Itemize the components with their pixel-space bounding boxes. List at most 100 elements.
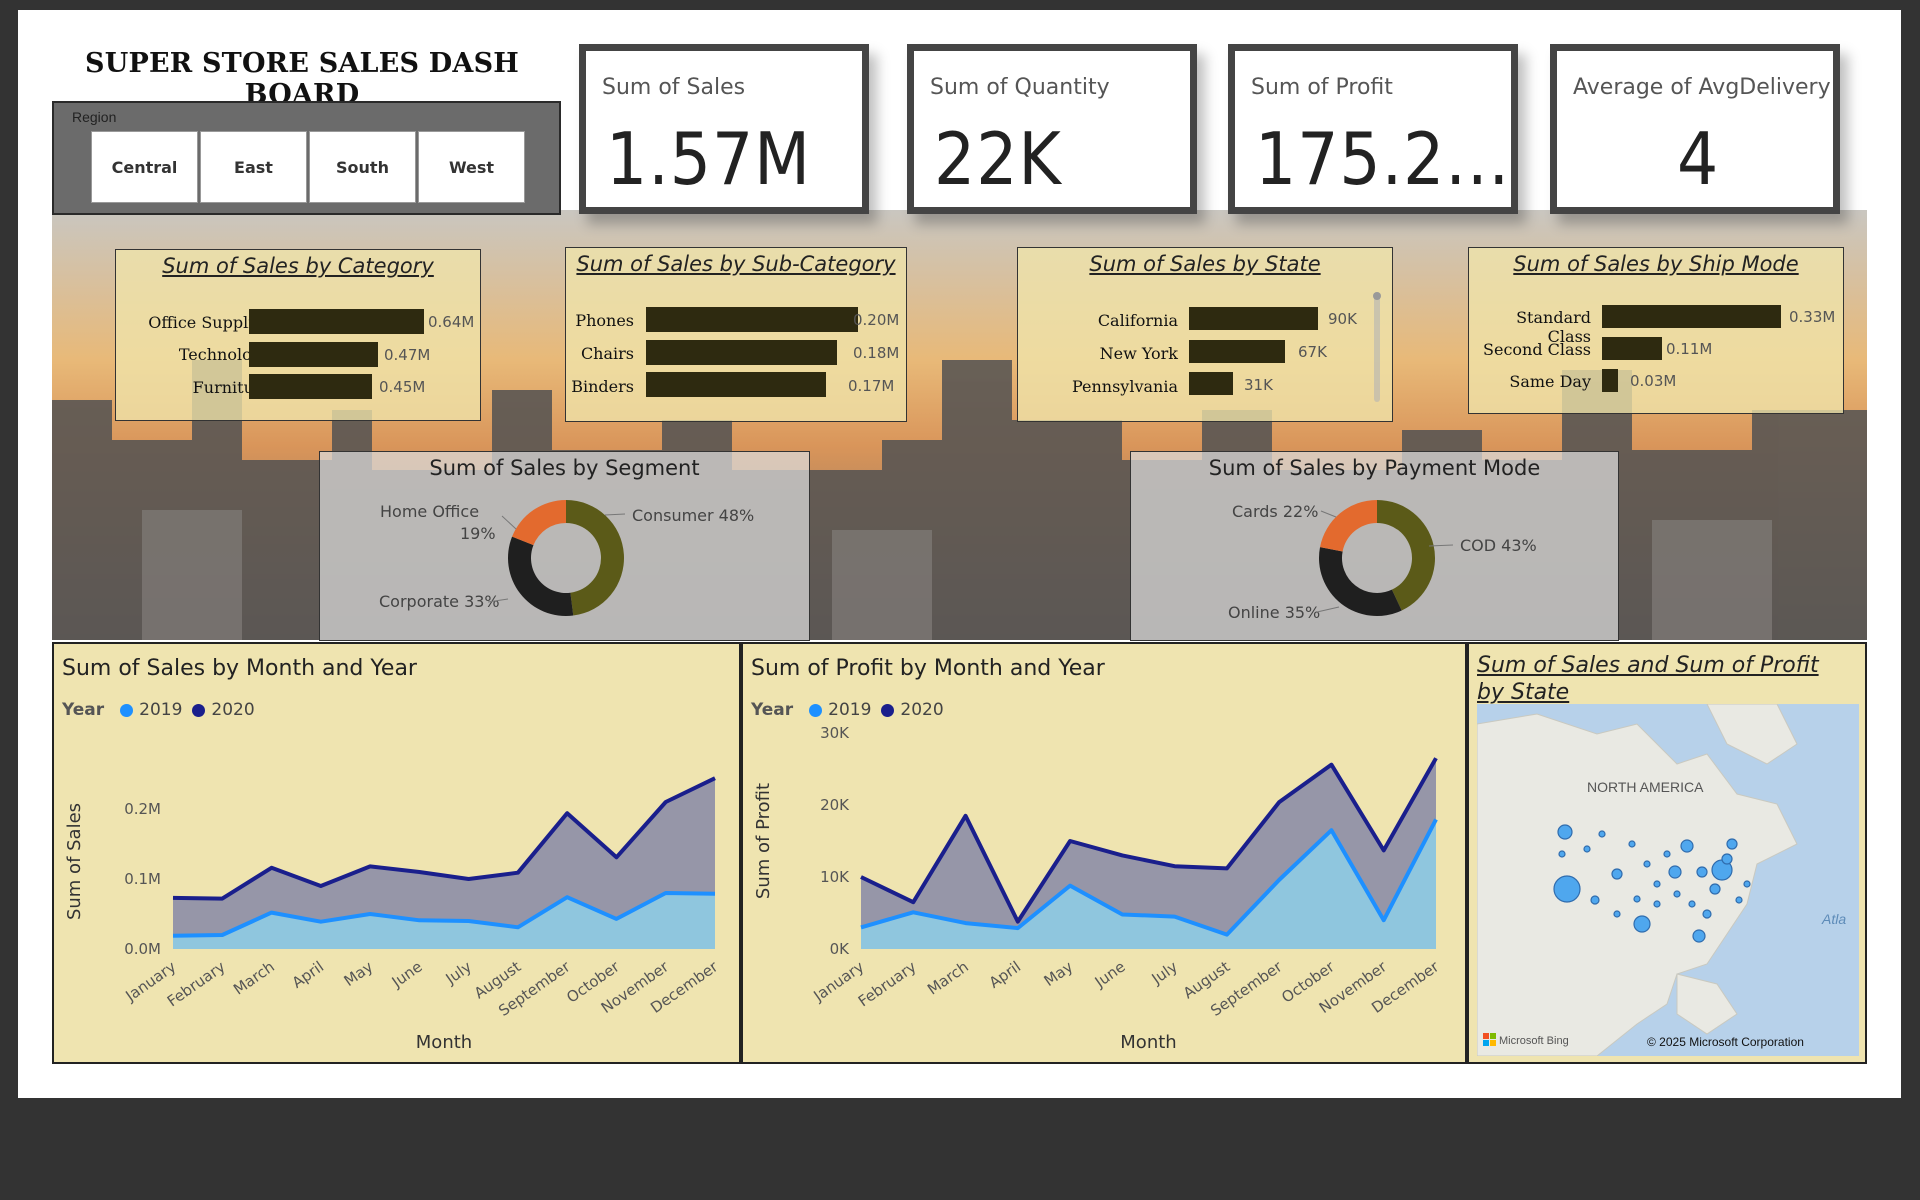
bar-value-label: 90K	[1328, 310, 1357, 328]
map-view[interactable]: NORTH AMERICA Atla Microsoft Bing © 2025…	[1477, 704, 1859, 1056]
bar[interactable]	[1189, 307, 1318, 330]
bar[interactable]	[249, 374, 373, 399]
bar[interactable]	[646, 307, 858, 332]
map-bubble[interactable]	[1628, 840, 1636, 848]
region-slicer-label: Region	[72, 109, 117, 125]
bar-label: Technology	[178, 345, 271, 364]
x-tick-label: June	[388, 958, 426, 992]
donut-leader-lines	[487, 513, 626, 603]
area-chart-profit[interactable]: 0K10K20K30KJanuaryFebruary March April May J…	[743, 644, 1465, 1062]
map-provider-label: Microsoft Bing	[1499, 1035, 1569, 1047]
kpi-value: 4	[1677, 117, 1720, 201]
chart-title: Sum of Sales by Sub-Category	[576, 252, 896, 276]
map-bubble[interactable]	[1590, 895, 1600, 905]
region-button-central[interactable]: Central	[91, 131, 198, 203]
kpi-label: Sum of Quantity	[930, 75, 1110, 100]
chart-sales-by-category[interactable]: Sum of Sales by Category Office Supplies…	[115, 249, 481, 421]
chart-sales-by-state[interactable]: Sum of Sales by State California New Yor…	[1017, 247, 1393, 422]
kpi-value: 175.2...	[1255, 117, 1511, 201]
region-slicer: Region Central East South West	[52, 101, 561, 215]
map-bubble[interactable]	[1726, 838, 1738, 850]
kpi-card-profit[interactable]: Sum of Profit 175.2...	[1228, 44, 1518, 214]
map-bubble[interactable]	[1668, 865, 1682, 879]
kpi-card-sales[interactable]: Sum of Sales 1.57M	[579, 44, 869, 214]
map-bubble[interactable]	[1696, 866, 1708, 878]
kpi-card-avg-delivery[interactable]: Average of AvgDelivery 4	[1550, 44, 1840, 214]
map-bubble[interactable]	[1633, 915, 1651, 933]
bar-label: New York	[1099, 344, 1178, 363]
chart-sales-by-subcategory[interactable]: Sum of Sales by Sub-Category Phones Chai…	[565, 247, 907, 422]
bar[interactable]	[1189, 340, 1286, 363]
x-tick-label: February	[855, 957, 920, 1010]
x-tick-label: July	[1148, 957, 1181, 988]
chart-sales-by-payment-mode[interactable]: Sum of Sales by Payment Mode COD 43% Car…	[1130, 451, 1619, 641]
chart-title: Sum of Sales by Category	[162, 254, 434, 278]
bar-label: Binders	[571, 377, 634, 396]
bar-value-label: 31K	[1244, 376, 1273, 394]
map-bubble[interactable]	[1702, 909, 1712, 919]
map-bubble[interactable]	[1680, 839, 1694, 853]
bar-label: Furniture	[192, 378, 271, 397]
bar[interactable]	[1602, 337, 1662, 360]
bar[interactable]	[1602, 305, 1781, 328]
scrollbar-track[interactable]	[1374, 292, 1380, 402]
map-bubble[interactable]	[1663, 850, 1671, 858]
chart-title: Sum of Sales by Ship Mode	[1513, 252, 1799, 276]
map-sales-profit-by-state[interactable]: Sum of Sales and Sum of Profit by State …	[1467, 642, 1867, 1064]
bar-label: Pennsylvania	[1071, 377, 1178, 396]
bing-logo-icon	[1483, 1033, 1489, 1039]
bar-label: Chairs	[580, 344, 634, 363]
map-bubble[interactable]	[1598, 830, 1606, 838]
kpi-card-quantity[interactable]: Sum of Quantity 22K	[907, 44, 1197, 214]
bar[interactable]	[646, 340, 837, 365]
map-bubble[interactable]	[1735, 896, 1743, 904]
map-bubble[interactable]	[1653, 900, 1661, 908]
map-bubble[interactable]	[1643, 860, 1651, 868]
bar[interactable]	[1189, 372, 1234, 395]
chart-sales-by-segment[interactable]: Sum of Sales by Segment Consumer 48% Hom…	[319, 451, 810, 641]
map-bubble[interactable]	[1673, 890, 1681, 898]
region-button-east[interactable]: East	[200, 131, 307, 203]
y-tick-label: 0.0M	[124, 940, 161, 958]
map-bubble[interactable]	[1611, 868, 1623, 880]
chart-sales-by-ship-mode[interactable]: Sum of Sales by Ship Mode Standard Class…	[1468, 247, 1844, 414]
bar-value-label: 0.33M	[1789, 308, 1836, 326]
map-bubble[interactable]	[1692, 929, 1706, 943]
map-bubble[interactable]	[1553, 875, 1581, 903]
map-bubble[interactable]	[1688, 900, 1696, 908]
map-bubble[interactable]	[1613, 910, 1621, 918]
bar[interactable]	[1602, 369, 1619, 392]
bar-label: Phones	[575, 311, 634, 330]
x-axis-title: Month	[1120, 1032, 1176, 1053]
y-tick-label: 20K	[820, 796, 850, 814]
region-button-south[interactable]: South	[309, 131, 416, 203]
area-chart-sales[interactable]: 0.0M0.1M0.2MJanuaryFebruary March April May…	[54, 644, 739, 1062]
map-bubble[interactable]	[1709, 883, 1721, 895]
bar[interactable]	[249, 342, 378, 367]
map-bubble[interactable]	[1653, 880, 1661, 888]
y-axis-title: Sum of Sales	[64, 803, 85, 920]
y-axis-title: Sum of Profit	[753, 783, 774, 899]
map-bubble[interactable]	[1557, 824, 1573, 840]
donut-leader-lines	[1316, 510, 1454, 613]
x-tick-label: April	[986, 958, 1024, 992]
map-region-label: NORTH AMERICA	[1587, 779, 1704, 795]
x-tick-label: July	[442, 957, 475, 988]
bar-value-label: 0.18M	[853, 344, 900, 362]
x-tick-label: March	[230, 958, 278, 999]
x-tick-label: March	[924, 958, 972, 999]
bar-value-label: 0.11M	[1666, 340, 1713, 358]
map-bubble[interactable]	[1583, 845, 1591, 853]
bar[interactable]	[646, 372, 827, 397]
bing-logo-icon	[1483, 1040, 1489, 1046]
map-bubble[interactable]	[1743, 880, 1751, 888]
bar[interactable]	[249, 309, 424, 334]
map-bubble[interactable]	[1721, 853, 1733, 865]
region-button-west[interactable]: West	[418, 131, 525, 203]
map-bubble[interactable]	[1633, 895, 1641, 903]
scrollbar-thumb[interactable]	[1373, 292, 1381, 300]
chart-profit-by-month[interactable]: Sum of Profit by Month and Year Year 201…	[741, 642, 1467, 1064]
map-bubble[interactable]	[1558, 850, 1566, 858]
y-tick-label: 0.2M	[124, 800, 161, 818]
chart-sales-by-month[interactable]: Sum of Sales by Month and Year Year 2019…	[52, 642, 741, 1064]
